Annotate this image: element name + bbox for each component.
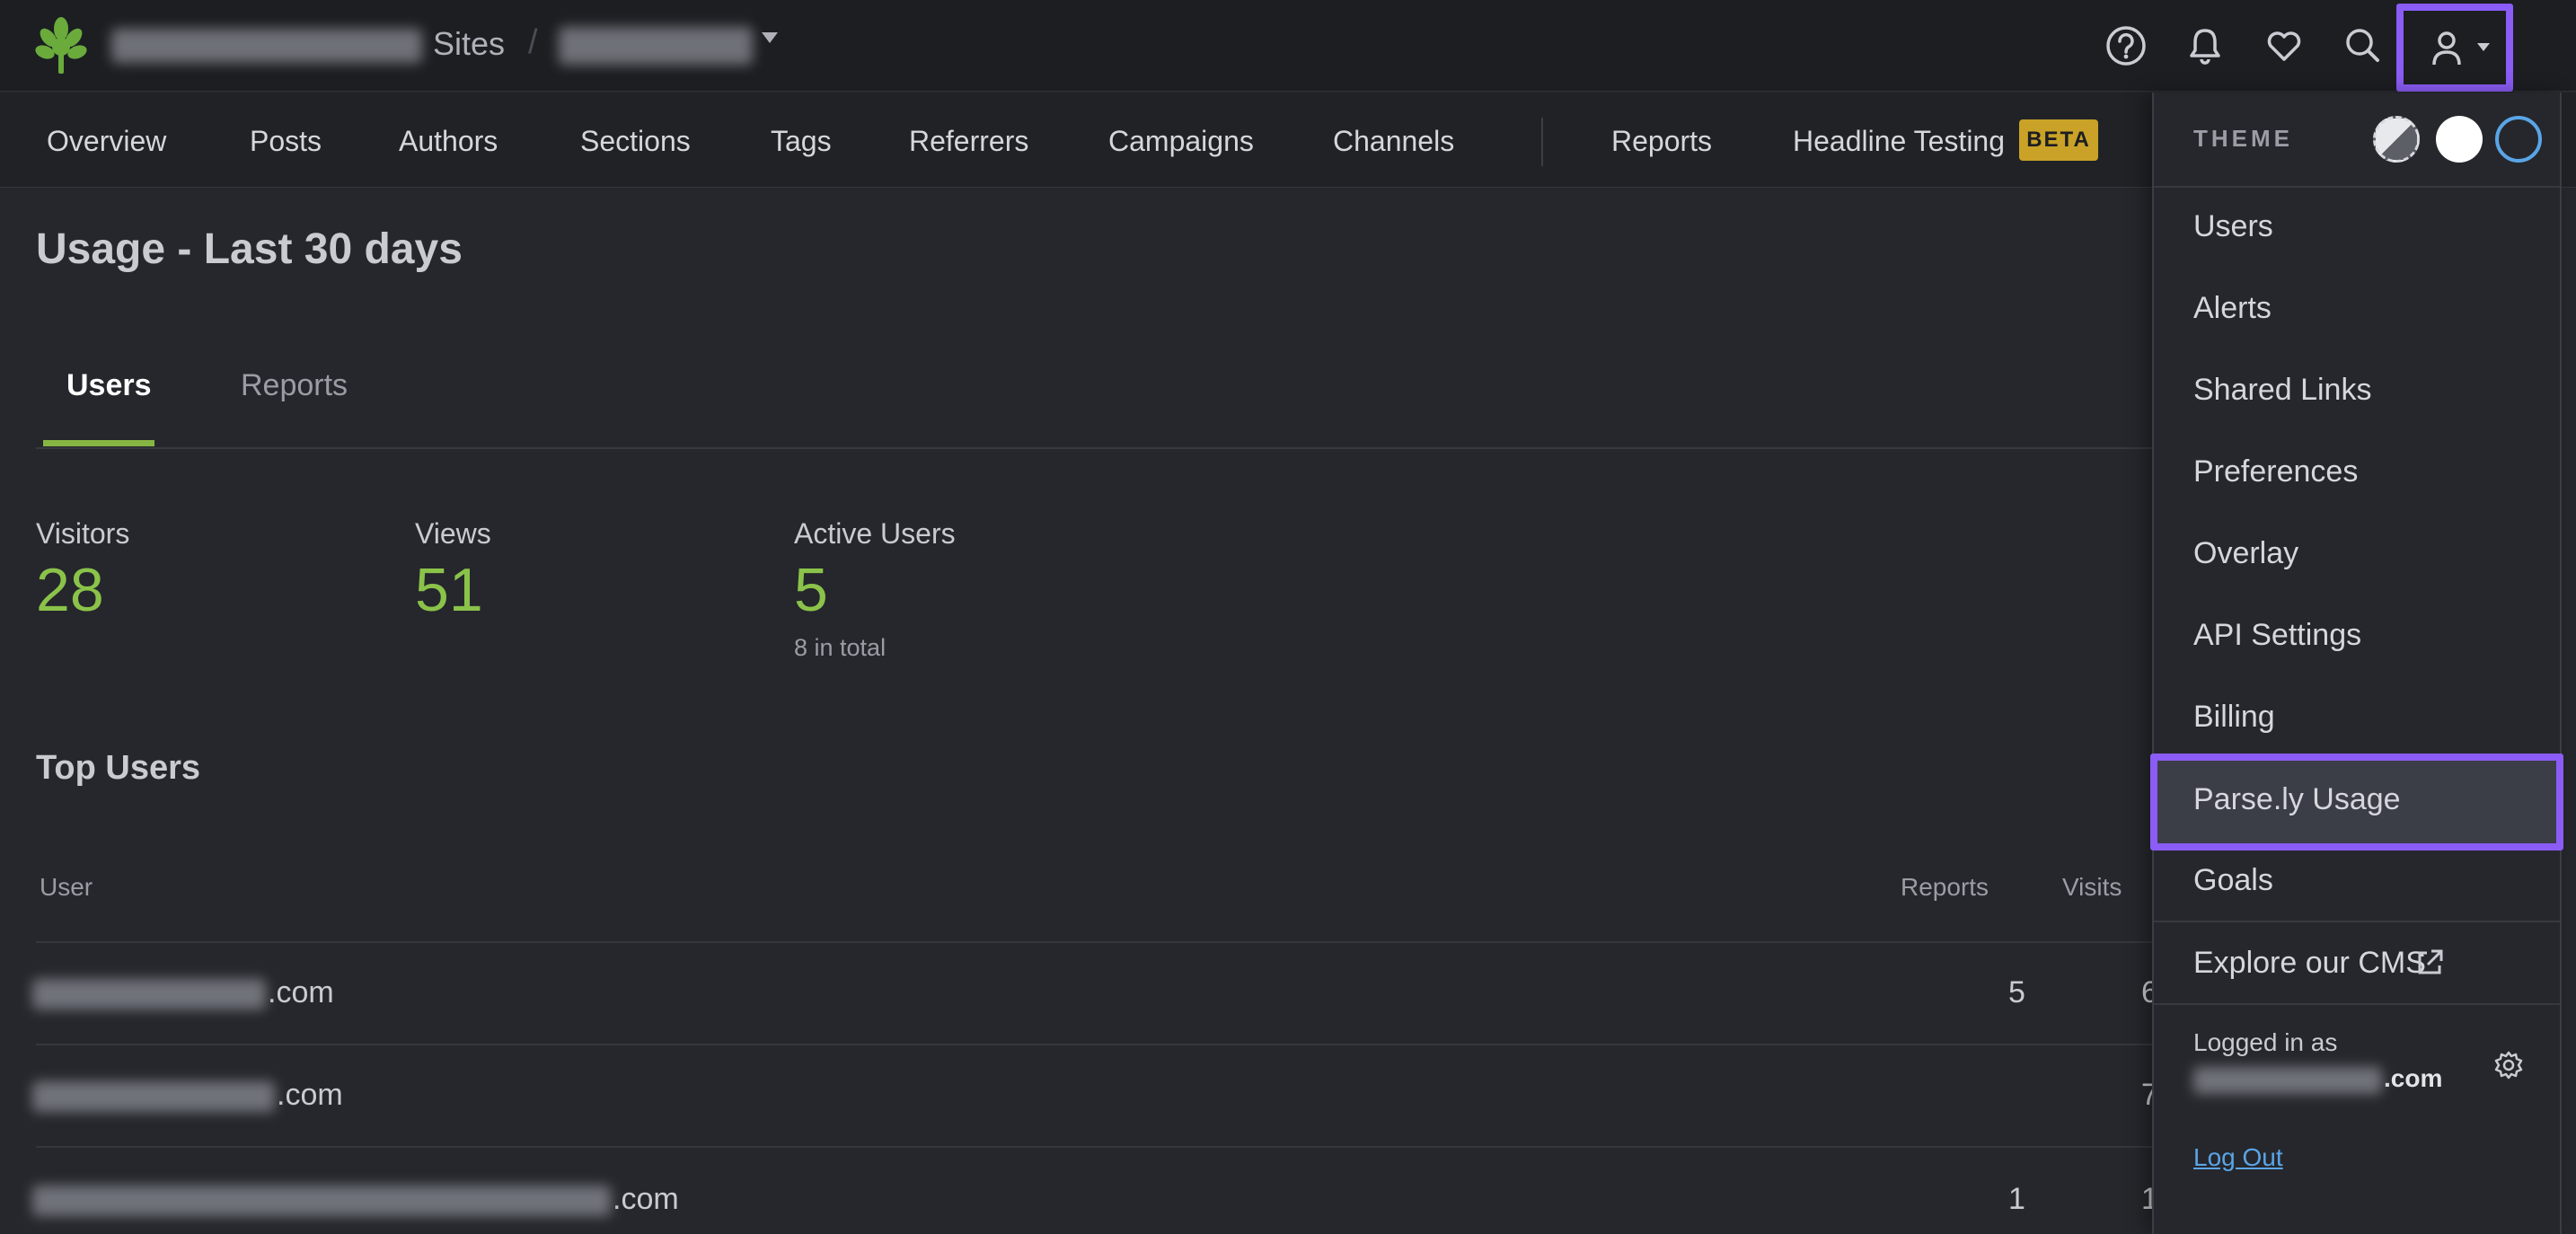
user-icon bbox=[2432, 31, 2461, 66]
menu-item-overlay[interactable]: Overlay bbox=[2193, 536, 2298, 571]
nav-posts[interactable]: Posts bbox=[250, 125, 322, 158]
email-redacted bbox=[32, 979, 266, 1010]
nav-headline-testing[interactable]: Headline Testing bbox=[1793, 125, 2005, 158]
logged-in-label: Logged in as bbox=[2193, 1028, 2338, 1056]
email-redacted bbox=[32, 1186, 611, 1217]
beta-badge: BETA bbox=[2019, 119, 2098, 161]
table-row-user-email[interactable]: .com bbox=[32, 1078, 343, 1113]
top-users-title: Top Users bbox=[36, 749, 201, 787]
column-header-visits[interactable]: Visits bbox=[2062, 873, 2122, 902]
menu-item-preferences[interactable]: Preferences bbox=[2193, 454, 2358, 489]
menu-item-explore-cms[interactable]: Explore our CMS bbox=[2193, 946, 2426, 981]
email-redacted bbox=[32, 1081, 275, 1113]
active-tab-indicator bbox=[43, 440, 154, 446]
row-divider bbox=[36, 1146, 2156, 1148]
search-icon[interactable] bbox=[2341, 23, 2386, 68]
nav-tags[interactable]: Tags bbox=[771, 125, 832, 158]
nav-sections[interactable]: Sections bbox=[580, 125, 691, 158]
row-divider bbox=[36, 1044, 2156, 1045]
nav-authors[interactable]: Authors bbox=[399, 125, 498, 158]
theme-label: THEME bbox=[2193, 125, 2293, 152]
top-bar: Sites / bbox=[0, 0, 2576, 92]
metric-views-label: Views bbox=[415, 517, 491, 550]
tabs-divider bbox=[36, 447, 2156, 449]
column-header-reports[interactable]: Reports bbox=[1901, 873, 1989, 902]
chevron-down-icon[interactable] bbox=[762, 32, 778, 43]
user-dropdown-menu: THEME Users Alerts Shared Links Preferen… bbox=[2150, 93, 2563, 1234]
nav-overview[interactable]: Overview bbox=[47, 125, 166, 158]
sites-link[interactable]: Sites bbox=[433, 25, 505, 63]
gear-icon[interactable] bbox=[2493, 1050, 2524, 1080]
nav-channels[interactable]: Channels bbox=[1333, 125, 1454, 158]
menu-item-parsely-usage-label: Parse.ly Usage bbox=[2193, 782, 2401, 816]
caret-down-icon bbox=[2477, 43, 2490, 51]
table-row-user-email[interactable]: .com bbox=[32, 975, 334, 1010]
row-divider bbox=[36, 941, 2156, 943]
menu-item-users[interactable]: Users bbox=[2193, 209, 2273, 244]
metric-active-users-value: 5 bbox=[794, 556, 828, 624]
table-row-user-email[interactable]: .com bbox=[32, 1182, 679, 1217]
metric-visitors-value: 28 bbox=[36, 556, 104, 624]
theme-light-option[interactable] bbox=[2436, 116, 2483, 163]
menu-item-alerts[interactable]: Alerts bbox=[2193, 291, 2272, 326]
menu-item-parsely-usage[interactable]: Parse.ly Usage bbox=[2150, 754, 2563, 851]
nav-referrers[interactable]: Referrers bbox=[909, 125, 1028, 158]
external-link-icon bbox=[2418, 949, 2443, 974]
menu-divider bbox=[2154, 186, 2560, 188]
metric-active-users-total: 8 in total bbox=[794, 634, 887, 661]
menu-item-goals[interactable]: Goals bbox=[2193, 863, 2273, 898]
nav-reports[interactable]: Reports bbox=[1611, 125, 1712, 158]
site-name-redacted[interactable] bbox=[111, 29, 422, 63]
tab-users[interactable]: Users bbox=[66, 368, 152, 403]
site-selector-redacted[interactable] bbox=[559, 27, 753, 65]
menu-divider bbox=[2154, 921, 2560, 922]
logout-link[interactable]: Log Out bbox=[2193, 1143, 2283, 1172]
tab-reports[interactable]: Reports bbox=[241, 368, 348, 403]
metric-active-users-label: Active Users bbox=[794, 517, 956, 550]
menu-item-shared-links[interactable]: Shared Links bbox=[2193, 373, 2371, 408]
metric-views-value: 51 bbox=[415, 556, 483, 624]
page-title: Usage - Last 30 days bbox=[36, 225, 463, 273]
heart-icon[interactable] bbox=[2262, 23, 2307, 68]
logged-in-email: .com bbox=[2193, 1064, 2442, 1094]
help-icon[interactable] bbox=[2104, 23, 2148, 68]
theme-dark-option[interactable] bbox=[2495, 116, 2542, 163]
menu-item-billing[interactable]: Billing bbox=[2193, 700, 2275, 735]
table-row-reports: 1 bbox=[2008, 1182, 2025, 1216]
parsely-logo-icon[interactable] bbox=[32, 16, 90, 75]
breadcrumb-separator: / bbox=[528, 23, 538, 61]
table-row-reports: 5 bbox=[2008, 975, 2025, 1009]
user-menu-button[interactable] bbox=[2396, 4, 2513, 92]
nav-campaigns[interactable]: Campaigns bbox=[1108, 125, 1254, 158]
nav-divider bbox=[1541, 118, 1543, 166]
menu-item-api-settings[interactable]: API Settings bbox=[2193, 618, 2361, 653]
bell-icon[interactable] bbox=[2183, 23, 2228, 68]
email-redacted bbox=[2193, 1066, 2382, 1094]
column-header-user[interactable]: User bbox=[40, 873, 93, 902]
theme-auto-option[interactable] bbox=[2373, 116, 2420, 163]
menu-divider bbox=[2154, 1003, 2560, 1005]
metric-visitors-label: Visitors bbox=[36, 517, 130, 550]
